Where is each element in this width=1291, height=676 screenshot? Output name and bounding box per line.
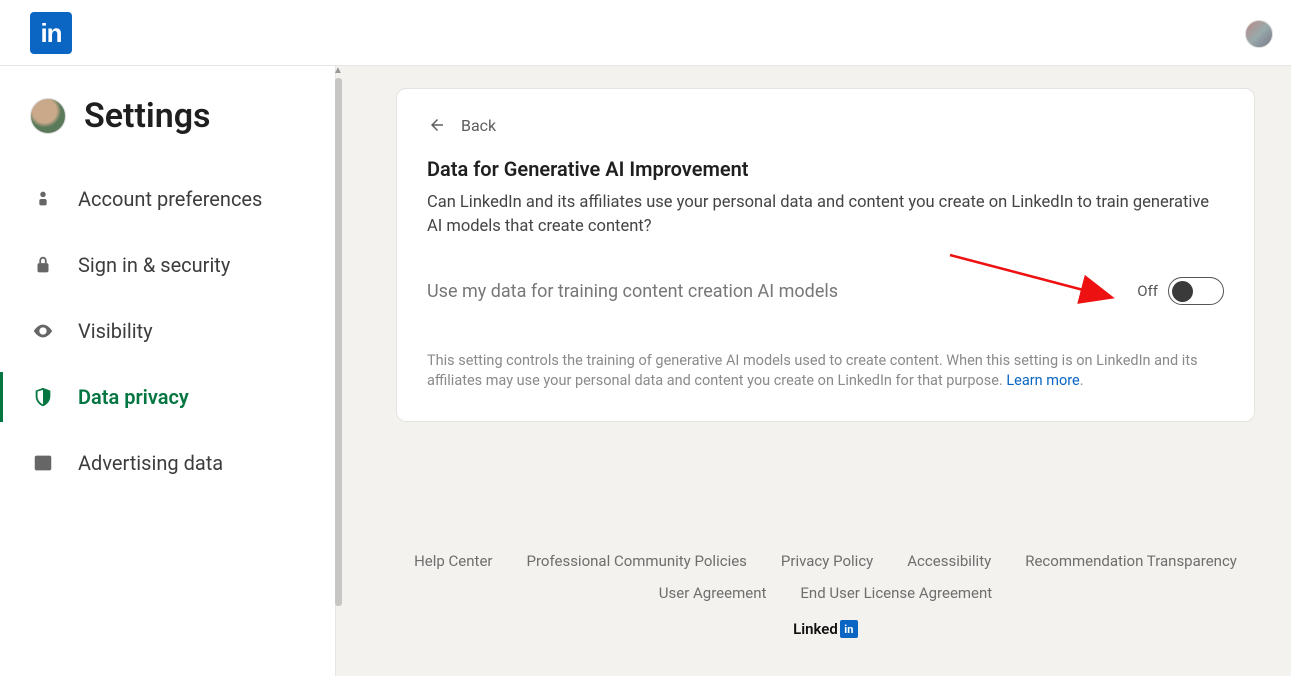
- card-description: Can LinkedIn and its affiliates use your…: [427, 191, 1217, 239]
- sidebar-nav: Account preferences Sign in & security V…: [0, 166, 335, 496]
- footer-link-accessibility[interactable]: Accessibility: [907, 552, 991, 570]
- learn-more-link[interactable]: Learn more: [1006, 372, 1079, 389]
- footer-link-privacy-policy[interactable]: Privacy Policy: [781, 552, 873, 570]
- sidebar-item-data-privacy[interactable]: Data privacy: [0, 364, 335, 430]
- sidebar-avatar[interactable]: [30, 98, 66, 134]
- settings-card: Back Data for Generative AI Improvement …: [396, 88, 1255, 422]
- sidebar-header: Settings: [0, 66, 335, 166]
- sidebar-item-label: Account preferences: [78, 187, 262, 211]
- sidebar-item-label: Visibility: [78, 319, 153, 343]
- footer-link-help-center[interactable]: Help Center: [414, 552, 492, 570]
- footer-link-recommendation-transparency[interactable]: Recommendation Transparency: [1025, 552, 1237, 570]
- eye-icon: [30, 318, 56, 344]
- toggle-row: Use my data for training content creatio…: [427, 277, 1224, 305]
- footer-link-community-policies[interactable]: Professional Community Policies: [527, 552, 747, 570]
- footer-links-row2: User Agreement End User License Agreemen…: [396, 584, 1255, 602]
- linkedin-logo-text: in: [40, 18, 61, 49]
- sidebar-item-label: Data privacy: [78, 385, 189, 409]
- sidebar-title: Settings: [84, 96, 211, 136]
- footer-brand-in-badge: in: [840, 620, 858, 638]
- footer-link-user-agreement[interactable]: User Agreement: [659, 584, 767, 602]
- footer-link-eula[interactable]: End User License Agreement: [800, 584, 992, 602]
- sidebar-item-sign-in-security[interactable]: Sign in & security: [0, 232, 335, 298]
- linkedin-logo[interactable]: in: [30, 12, 72, 54]
- footer-links-row1: Help Center Professional Community Polic…: [396, 552, 1255, 570]
- fine-print-suffix: .: [1080, 372, 1084, 389]
- ai-training-toggle[interactable]: [1168, 277, 1224, 305]
- fine-print: This setting controls the training of ge…: [427, 351, 1224, 391]
- body: Settings Account preferences Sign in & s…: [0, 66, 1291, 676]
- toggle-control-group: Off: [1137, 277, 1224, 305]
- toggle-label: Use my data for training content creatio…: [427, 281, 838, 302]
- back-label: Back: [461, 116, 496, 135]
- global-header: in: [0, 0, 1291, 66]
- toggle-state-text: Off: [1137, 282, 1158, 300]
- sidebar-item-account-preferences[interactable]: Account preferences: [0, 166, 335, 232]
- footer-brand-linked: Linked: [793, 620, 838, 638]
- person-icon: [30, 186, 56, 212]
- footer: Help Center Professional Community Polic…: [396, 552, 1255, 638]
- footer-brand: Linkedin: [396, 620, 1255, 638]
- newspaper-icon: [30, 450, 56, 476]
- main-content: Back Data for Generative AI Improvement …: [336, 66, 1291, 676]
- sidebar-item-visibility[interactable]: Visibility: [0, 298, 335, 364]
- card-heading: Data for Generative AI Improvement: [427, 157, 1224, 181]
- sidebar-scrollbar[interactable]: ▲: [333, 66, 343, 676]
- back-button[interactable]: Back: [427, 115, 1224, 135]
- sidebar-item-advertising-data[interactable]: Advertising data: [0, 430, 335, 496]
- shield-icon: [30, 384, 56, 410]
- header-avatar[interactable]: [1245, 20, 1273, 48]
- sidebar: Settings Account preferences Sign in & s…: [0, 66, 336, 676]
- sidebar-item-label: Sign in & security: [78, 253, 230, 277]
- scroll-up-arrow-icon: ▲: [333, 66, 343, 76]
- toggle-knob: [1172, 281, 1193, 302]
- sidebar-item-label: Advertising data: [78, 451, 223, 475]
- lock-icon: [30, 252, 56, 278]
- arrow-left-icon: [427, 115, 447, 135]
- scrollbar-thumb[interactable]: [335, 78, 342, 606]
